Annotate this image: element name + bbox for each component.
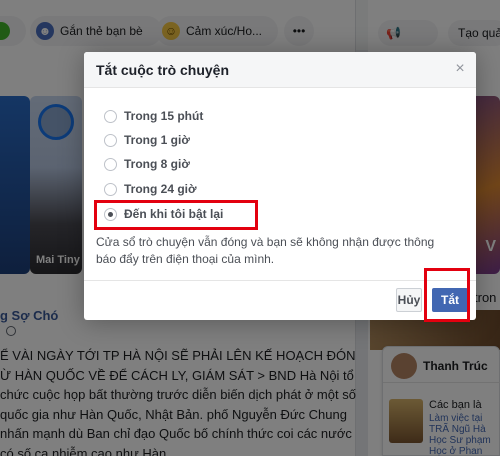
- dialog-title: Tắt cuộc trò chuyện: [96, 62, 230, 78]
- option-until-turned-on[interactable]: Đến khi tôi bật lại: [104, 203, 223, 225]
- option-15-minutes[interactable]: Trong 15 phút: [104, 105, 203, 127]
- radio-button[interactable]: [104, 109, 117, 123]
- option-24-hours[interactable]: Trong 24 giờ: [104, 178, 197, 200]
- radio-button-checked[interactable]: [104, 207, 117, 221]
- radio-button[interactable]: [104, 157, 117, 171]
- option-label: Trong 8 giờ: [124, 157, 190, 171]
- turn-off-button[interactable]: Tắt: [432, 288, 468, 312]
- option-label: Trong 24 giờ: [124, 182, 197, 196]
- close-icon[interactable]: ×: [452, 60, 468, 78]
- option-1-hour[interactable]: Trong 1 giờ: [104, 129, 190, 151]
- option-label: Trong 15 phút: [124, 109, 204, 123]
- option-8-hours[interactable]: Trong 8 giờ: [104, 153, 190, 175]
- mute-conversation-dialog: Tắt cuộc trò chuyện × Trong 15 phút Tron…: [84, 52, 476, 320]
- cancel-button[interactable]: Hủy: [396, 288, 422, 312]
- dialog-info-text: Cửa sổ trò chuyện vẫn đóng và bạn sẽ khô…: [96, 235, 435, 266]
- radio-button[interactable]: [104, 133, 117, 147]
- dialog-footer: Hủy Tắt: [84, 280, 476, 320]
- dialog-header: Tắt cuộc trò chuyện ×: [84, 52, 476, 88]
- option-label: Trong 1 giờ: [124, 133, 190, 147]
- radio-button[interactable]: [104, 182, 117, 196]
- option-label: Đến khi tôi bật lại: [124, 207, 224, 221]
